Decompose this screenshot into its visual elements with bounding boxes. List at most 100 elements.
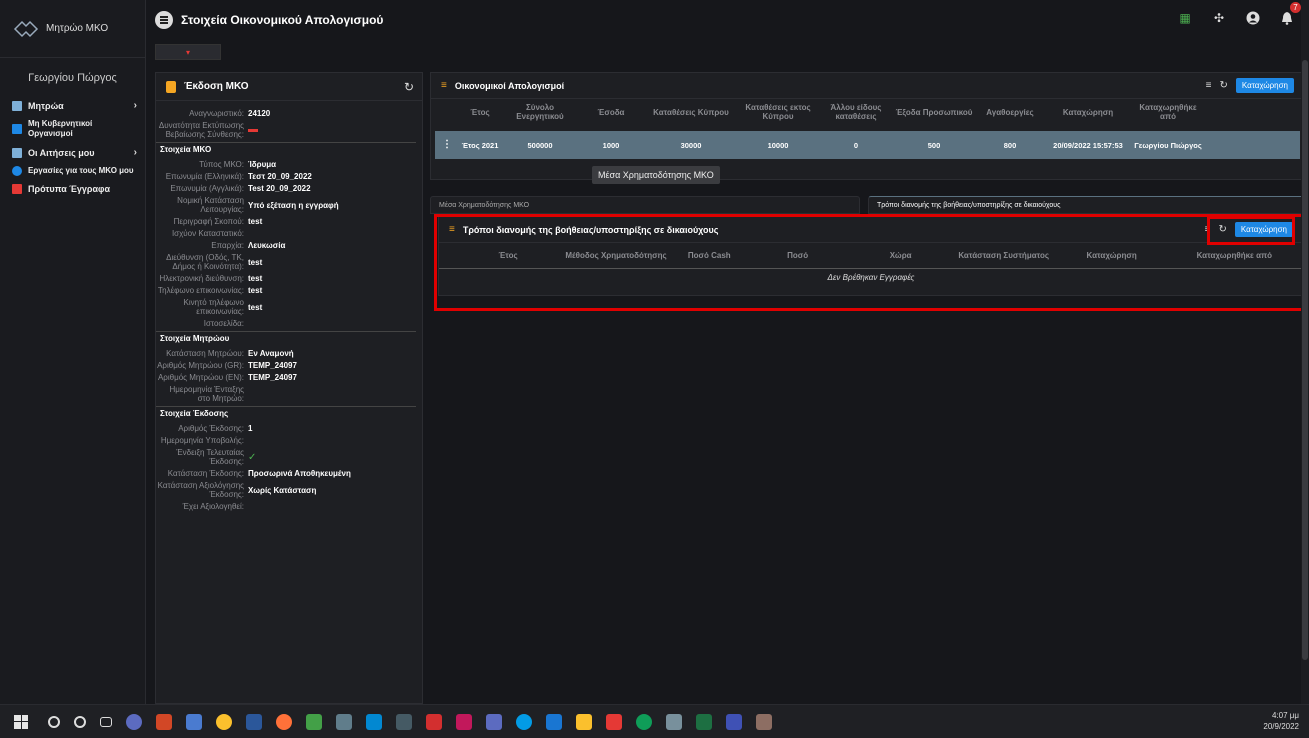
row-menu-icon[interactable]: ⋮	[442, 139, 452, 150]
column-header[interactable]: Καταχωρηθήκε από	[1133, 103, 1203, 121]
sidebar-item-3[interactable]: Εργασίες για τους ΜΚΟ μου	[0, 162, 145, 180]
field-row: Κινητό τηλέφωνο επικοινωνίας: test	[156, 298, 416, 316]
app-icon[interactable]	[606, 713, 622, 730]
refresh-icon[interactable]: ↻	[1219, 80, 1227, 91]
field-label: Ημερομηνία Ένταξης στο Μητρώο:	[169, 385, 244, 403]
table-cell: 500	[927, 140, 941, 150]
field-label: Τηλέφωνο επικοινωνίας:	[157, 286, 244, 295]
column-header[interactable]: Καταθέσεις εκτος Κύπρου	[735, 103, 821, 121]
column-header[interactable]: Καταθέσεις Κύπρου	[647, 108, 735, 117]
sidebar-item-label: Οι Αιτήσεις μου	[28, 147, 95, 158]
table-row[interactable]: ⋮ Έτος 2021 500000 1000 30000 10000 0 500 800 20/…	[435, 131, 1300, 159]
field-value: Εν Αναμονή	[248, 349, 294, 358]
fullscreen-icon[interactable]: ✣	[1211, 10, 1227, 26]
field-value: 1	[248, 424, 253, 433]
app-icon[interactable]	[726, 713, 742, 730]
grid-icon[interactable]: ▦	[1177, 10, 1193, 26]
app-icon[interactable]	[306, 713, 322, 730]
field-value: test	[248, 217, 263, 226]
field-row: Ημερομηνία Υποβολής:	[156, 436, 416, 445]
field-label: Διεύθυνση (Οδός, ΤΚ, Δήμος ή Κοινότητα):	[166, 253, 244, 271]
filter-icon[interactable]: ≡	[1206, 80, 1212, 91]
app-icon[interactable]	[396, 713, 412, 730]
field-row: Τηλέφωνο επικοινωνίας: test	[156, 286, 416, 295]
sidebar-item-2[interactable]: Οι Αιτήσεις μου ›	[0, 143, 145, 162]
check-icon: ✓	[248, 451, 257, 463]
sidebar-item-label: Μητρώα	[28, 100, 64, 111]
app-icon[interactable]	[666, 713, 682, 730]
tab-bar: Μέσα Χρηματοδότησης ΜΚΟ Τρόποι διανομής …	[430, 196, 1305, 214]
acrobat-icon[interactable]	[426, 713, 442, 730]
sidebar-item-4[interactable]: Πρότυπα Έγγραφα	[0, 180, 145, 198]
user-icon[interactable]	[1245, 10, 1261, 26]
column-header[interactable]: Αγαθοεργίες	[977, 108, 1043, 117]
field-value: Υπό εξέταση η εγγραφή	[248, 200, 339, 210]
app-icon[interactable]	[366, 713, 382, 730]
app-icon[interactable]	[336, 713, 352, 730]
field-row: Αριθμός Μητρώου (GR): TEMP_24097	[156, 361, 416, 370]
field-label: Αριθμός Έκδοσης:	[178, 424, 244, 433]
field-value: test	[248, 274, 263, 283]
field-value: Ίδρυμα	[248, 160, 277, 169]
notification-count: 7	[1290, 2, 1301, 13]
registry-icon	[12, 100, 22, 111]
logo-icon	[12, 19, 40, 39]
field-row: Ηλεκτρονική διεύθυνση: test	[156, 274, 416, 283]
firefox-icon[interactable]	[276, 713, 292, 730]
add-record-button[interactable]: Καταχώρηση	[1235, 78, 1294, 93]
app-icon[interactable]	[246, 713, 262, 730]
screen: Μητρώο ΜΚΟ Γεωργίου Πώργος Μητρώα › Μη Κυβ…	[0, 0, 1309, 738]
version-dropdown[interactable]: ▾	[155, 44, 221, 60]
user-name: Γεωργίου Πώργος	[28, 72, 117, 84]
panel-title: Οικονομικοί Απολογισμοί	[454, 80, 565, 91]
field-label: Έχει Αξιολογηθεί:	[182, 502, 244, 511]
field-label: Ένδειξη Τελευταίας Έκδοσης:	[176, 448, 244, 466]
edge-icon[interactable]	[636, 713, 652, 730]
app-icon[interactable]	[756, 713, 772, 730]
field-value: 24120	[248, 109, 271, 118]
file-explorer-icon[interactable]	[576, 713, 592, 730]
column-header[interactable]: Έτος	[455, 108, 505, 117]
column-header[interactable]: Σύνολο Ενεργητικού	[505, 103, 575, 121]
column-header[interactable]: Άλλου είδους καταθέσεις	[821, 103, 891, 121]
vertical-scrollbar[interactable]	[1301, 0, 1309, 704]
field-value: Λευκωσία	[248, 241, 286, 250]
start-icon[interactable]	[14, 714, 28, 729]
clock-date: 20/9/2022	[1263, 722, 1299, 731]
chrome-icon[interactable]	[216, 713, 232, 730]
app-icon[interactable]	[186, 713, 202, 730]
notification-bell-icon[interactable]: 7	[1279, 2, 1301, 26]
brand[interactable]: Μητρώο ΜΚΟ	[0, 0, 145, 58]
refresh-icon[interactable]: ↻	[404, 80, 414, 94]
app-icon[interactable]	[546, 713, 562, 730]
field-row: Αριθμός Έκδοσης: 1	[156, 424, 416, 433]
tab-distribution-methods[interactable]: Τρόποι διανομής της βοήθειας/υποστηρίξης…	[868, 196, 1305, 214]
cortana-icon[interactable]	[74, 715, 86, 728]
skype-icon[interactable]	[516, 713, 532, 730]
excel-icon[interactable]	[696, 713, 712, 730]
field-row: Διεύθυνση (Οδός, ΤΚ, Δήμος ή Κοινότητα):…	[156, 253, 416, 271]
field-value: Προσωρινά Αποθηκευμένη	[248, 469, 351, 478]
document-icon	[166, 80, 176, 93]
table-cell: 20/09/2022 15:57:53	[1053, 140, 1123, 150]
system-clock[interactable]: 4:07 μμ 20/9/2022	[1263, 710, 1299, 732]
app-icon[interactable]	[456, 713, 472, 730]
field-label: Ισχύον Καταστατικό:	[171, 229, 244, 238]
field-label: Αριθμός Μητρώου (EN):	[157, 373, 244, 382]
taskbar: 4:07 μμ 20/9/2022	[0, 704, 1309, 738]
field-row: Αριθμός Μητρώου (EN): TEMP_24097	[156, 373, 416, 382]
column-header[interactable]: Καταχώρηση	[1043, 108, 1133, 117]
sidebar-item-1[interactable]: Μη Κυβερνητικοί Οργανισμοί	[0, 115, 145, 143]
menu-toggle-icon[interactable]	[155, 11, 173, 29]
teams-icon[interactable]	[486, 713, 502, 730]
column-header[interactable]: Έσοδα	[575, 108, 647, 117]
task-view-icon[interactable]	[100, 716, 112, 727]
column-header[interactable]: Έξοδα Προσωπικού	[891, 108, 977, 117]
powerpoint-icon[interactable]	[156, 713, 172, 730]
sidebar-item-0[interactable]: Μητρώα ›	[0, 96, 145, 115]
app-icon[interactable]	[126, 713, 142, 730]
search-icon[interactable]	[48, 715, 60, 728]
tab-funding-sources[interactable]: Μέσα Χρηματοδότησης ΜΚΟ	[430, 196, 860, 214]
panel-header: ≡ Οικονομικοί Απολογισμοί ≡ ↻ Καταχώρηση	[431, 73, 1304, 99]
table-header: Έτος Σύνολο Ενεργητικού Έσοδα Καταθέσεις Κύ…	[431, 99, 1304, 125]
